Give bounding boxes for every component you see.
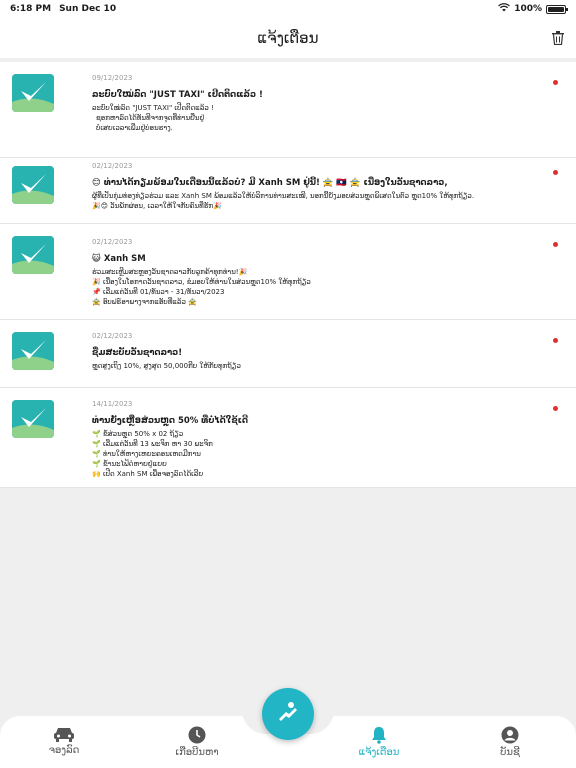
notification-line: ລະບົບໃໝ່ລົດ "JUST TAXI" ເປີດຕິດແລ້ວ ! xyxy=(92,104,214,112)
notification-line: ຜູ້ທີ່ເປັນກຸ່ມທ່ອງທ່ຽວຮ່ວມ ແລະ Xanh SM ພ… xyxy=(92,192,475,200)
notification-line: 🌱 ຂໍ້ານະໄຟ້ດໍຫາຍຢູ່ແຍຍ xyxy=(92,460,167,468)
tab-label: ຈອງລົດ xyxy=(48,745,80,756)
notification-item[interactable]: 14/11/2023 ທ່ານຍັງເຫຼືອສ່ວນຫຼຸດ 50% ທີ່ບ… xyxy=(0,388,576,488)
status-date: Sun Dec 10 xyxy=(59,4,117,14)
unread-dot xyxy=(553,80,558,85)
notification-date: 02/12/2023 xyxy=(92,162,133,170)
status-bar: 6:18 PM Sun Dec 10 100% xyxy=(0,0,576,18)
notification-date: 09/12/2023 xyxy=(92,74,133,82)
notification-list: 09/12/2023 ລະບົບໃໝ່ລົດ "JUST TAXI" ເປີດຕ… xyxy=(0,62,576,488)
app-logo-thumbnail xyxy=(12,332,54,370)
notification-item[interactable]: 02/12/2023 ຊື່ມສະບັບວັນຊາດລາວ! ຫຼຸດສູງເຖ… xyxy=(0,320,576,388)
app-logo-thumbnail xyxy=(12,236,54,274)
tab-account[interactable]: ບັນຊີ xyxy=(470,726,550,758)
wifi-icon xyxy=(498,3,511,15)
notification-title: ລະບົບໃໝ່ລົດ "JUST TAXI" ເປີດຕິດແລ້ວ ! xyxy=(92,90,263,100)
tab-notifications[interactable]: ແຈ້ງເຕືອນ xyxy=(339,726,419,758)
notification-title: ທ່ານຍັງເຫຼືອສ່ວນຫຼຸດ 50% ທີ່ບໍ່ໄດ້ໃຊ້ເດີ xyxy=(92,416,249,426)
notification-title: 😺 Xanh SM xyxy=(92,254,146,264)
notification-line: 📌 ເລີ່ມແຕ່ວັນທີ 01/ທັນວາ - 31/ທັນວາ/2023 xyxy=(92,288,225,296)
notification-line: ບໍ່ເສຍເວລາເພີ່ມຢູ່ບ່ອນຮາງ. xyxy=(96,124,173,132)
quick-book-button[interactable] xyxy=(262,688,314,740)
tab-booking[interactable]: ຈອງລົດ xyxy=(24,726,104,756)
unread-dot xyxy=(553,242,558,247)
notification-line: ຮ່ວມສະເຫຼີມສະຫຼອງວັນຊາດລາວກັບລູກຄ້າທຸກທ່… xyxy=(92,268,248,276)
tab-label: ແຈ້ງເຕືອນ xyxy=(358,747,400,758)
notification-item[interactable]: 09/12/2023 ລະບົບໃໝ່ລົດ "JUST TAXI" ເປີດຕ… xyxy=(0,62,576,158)
notification-date: 02/12/2023 xyxy=(92,332,133,340)
car-icon xyxy=(24,726,104,742)
notification-item[interactable]: 02/12/2023 😺 Xanh SM ຮ່ວມສະເຫຼີມສະຫຼອງວັ… xyxy=(0,224,576,320)
bell-icon xyxy=(339,726,419,744)
car-hail-icon xyxy=(275,699,301,729)
app-logo-thumbnail xyxy=(12,166,54,204)
app-logo-thumbnail xyxy=(12,74,54,112)
notification-line: 🎉 ເນື່ອງໃນໂອກາດວັນຊາດລາວ, ຂໍມອບໃຫ້ທ່ານໃນ… xyxy=(92,278,311,286)
trash-icon[interactable] xyxy=(552,30,566,46)
notification-line: 🚖 ອົບຟຣ໌ອາພາງຈາກແອັບທີ່ແລ້ວ 🚖 xyxy=(92,298,197,306)
page-title: ແຈ້ງເຕືອນ xyxy=(257,29,319,47)
user-icon xyxy=(470,726,550,744)
unread-dot xyxy=(553,338,558,343)
notification-line: ຊອກຫາລົດໄດ້ທັນທີຈາກຈຸດທີ່ທ່ານຢືນຢູ່ xyxy=(96,114,205,122)
notification-item[interactable]: 02/12/2023 😊 ທ່ານໄດ້ກຽມພ້ອມໃນເດືອນນີ້ແລ້… xyxy=(0,162,576,224)
unread-dot xyxy=(553,170,558,175)
unread-dot xyxy=(553,406,558,411)
battery-percent: 100% xyxy=(514,4,542,14)
tab-label: ບັນຊີ xyxy=(500,747,520,758)
status-time: 6:18 PM xyxy=(10,4,52,14)
app-logo-thumbnail xyxy=(12,400,54,438)
notification-line: ຫຼຸດສູງເຖິງ 10%, ສູງສຸດ 50,000ກີບ ໃຫ້ກັບ… xyxy=(92,362,241,370)
clock-icon xyxy=(157,726,237,744)
notification-line: 🙌 ເປີດ Xanh SM ເພື່ອຈອງລົດໄດ້ເລີຍ xyxy=(92,470,204,478)
notification-title: ຊື່ມສະບັບວັນຊາດລາວ! xyxy=(92,348,183,358)
notification-title: 😊 ທ່ານໄດ້ກຽມພ້ອມໃນເດືອນນີ້ແລ້ວບໍ? ມີ Xan… xyxy=(92,178,448,188)
tab-label: ເກືອບີນຫາ xyxy=(175,747,219,758)
notification-date: 14/11/2023 xyxy=(92,400,133,408)
nav-bar: ແຈ້ງເຕືອນ xyxy=(0,18,576,58)
notification-date: 02/12/2023 xyxy=(92,238,133,246)
notification-line: 🎉😊 ວັນພັກຜ່ອນ, ເວລາໃຫ້ໃຈກັບຄົນທີ່ຮັກ🎉 xyxy=(92,202,222,210)
notification-line: 🌱 ຂໍ້ສ່ວນຫຼຸດ 50% x 02 ຖ້ຽວ xyxy=(92,430,184,438)
notification-line: 🌱 ເລີ່ມແຕ່ວັນທີ 13 ພະຈິກ ຫາ 30 ພະຈິກ xyxy=(92,440,213,448)
battery-icon xyxy=(546,4,568,14)
tab-history[interactable]: ເກືອບີນຫາ xyxy=(157,726,237,758)
notification-line: 🌱 ທ່ານໃຫ້ຫາງເຫຍະຄອນເຫດມີການ xyxy=(92,450,201,458)
